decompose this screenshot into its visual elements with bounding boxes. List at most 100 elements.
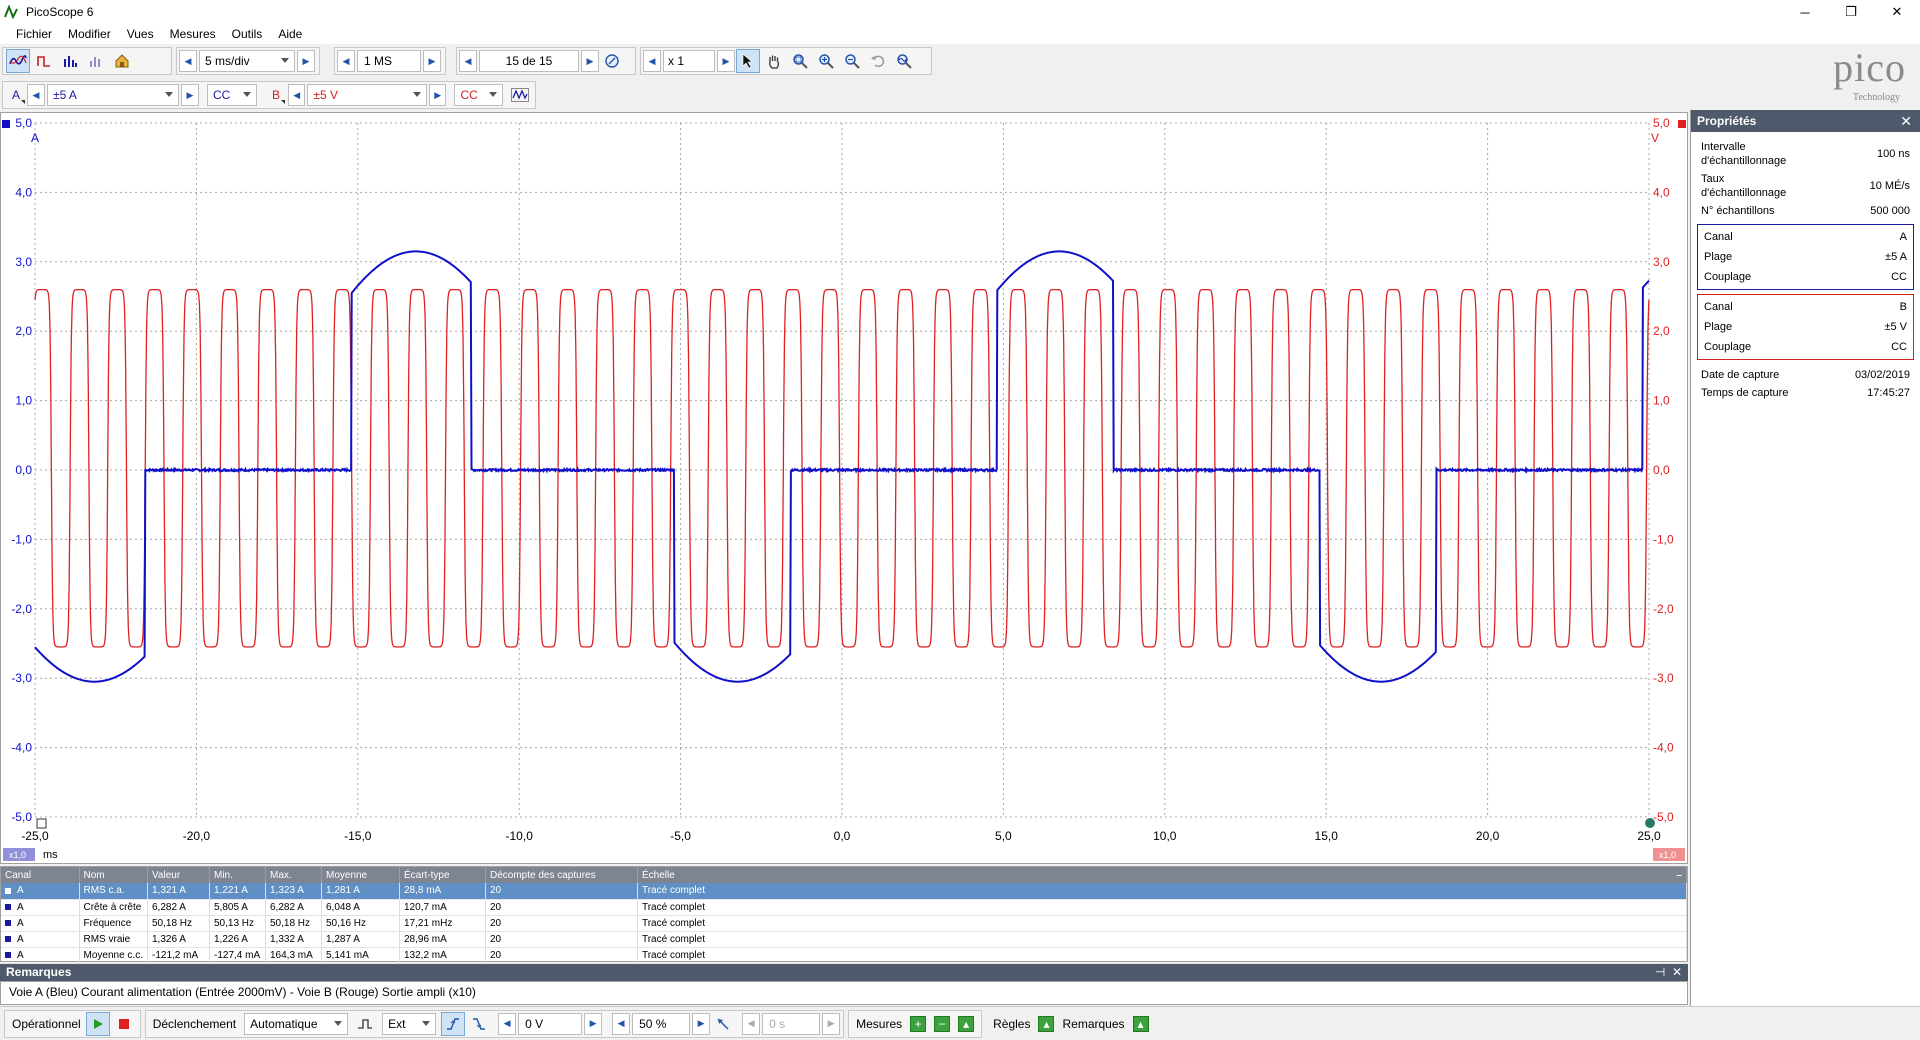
threshold-field[interactable]: 0 V — [518, 1012, 583, 1035]
previous-capture-button[interactable]: ◀ — [459, 50, 477, 72]
menu-modifier[interactable]: Modifier — [60, 24, 119, 44]
timebase-decrease-button[interactable]: ◀ — [179, 50, 197, 72]
menu-fichier[interactable]: Fichier — [8, 24, 60, 44]
close-properties-icon[interactable]: ✕ — [1900, 110, 1912, 132]
zoom-in-icon[interactable] — [814, 49, 838, 73]
x-tick-label: -5,0 — [670, 829, 691, 843]
delay-field[interactable]: 0 s — [762, 1012, 821, 1035]
menu-vues[interactable]: Vues — [119, 24, 162, 44]
col-nom[interactable]: Nom — [79, 867, 148, 883]
start-icon[interactable] — [85, 1011, 110, 1036]
trigger-source-dropdown[interactable]: Ext — [382, 1012, 437, 1035]
right-zoom-label: x1,0 — [1659, 850, 1676, 860]
delay-decrease-button[interactable]: ◀ — [742, 1012, 761, 1035]
pretrigger-increase-button[interactable]: ▶ — [692, 1012, 711, 1035]
col-moyenne[interactable]: Moyenne — [321, 867, 400, 883]
histogram-mode-icon[interactable] — [84, 49, 108, 73]
zoom-overview-icon[interactable] — [892, 49, 916, 73]
samples-field[interactable]: 1 MS — [357, 50, 421, 72]
chevron-down-icon — [334, 1020, 343, 1026]
col-max[interactable]: Max. — [265, 867, 322, 883]
advanced-trigger-icon[interactable] — [353, 1012, 377, 1036]
signal-generator-icon[interactable] — [509, 83, 532, 107]
zoom-decrease-button[interactable]: ◀ — [643, 50, 661, 72]
zoom-out-icon[interactable] — [840, 49, 864, 73]
collapse-table-icon[interactable]: – — [1676, 870, 1682, 881]
undo-zoom-icon[interactable] — [866, 49, 890, 73]
run-status-label: Opérationnel — [12, 1016, 81, 1031]
channel-a-range-decrease[interactable]: ◀ — [27, 84, 45, 106]
samples-increase-button[interactable]: ▶ — [423, 50, 441, 72]
col-ecart-type[interactable]: Écart-type — [399, 867, 486, 883]
spectrum-mode-icon[interactable] — [58, 49, 82, 73]
rising-edge-icon[interactable] — [441, 1011, 466, 1036]
measurement-cell: 1,321 A — [147, 883, 210, 900]
scope-view[interactable]: 5,0 4,0 3,0 2,0 1,0 0,0 -1,0 -2,0 -3,0 -4,0 -5,0 5… — [0, 112, 1688, 864]
channel-b-range-increase[interactable]: ▶ — [429, 84, 447, 106]
property-key: Couplage — [1704, 271, 1752, 283]
rules-button[interactable]: ▴ — [1038, 1015, 1055, 1032]
menu-outils[interactable]: Outils — [224, 24, 271, 44]
remarks-header: Remarques ⊣ ✕ — [0, 964, 1688, 981]
samples-decrease-button[interactable]: ◀ — [337, 50, 355, 72]
measurement-row[interactable]: A Crête à crête 6,282 A 5,805 A 6,282 A 6,048… — [1, 899, 1688, 916]
oscilloscope-graph[interactable]: 5,0 4,0 3,0 2,0 1,0 0,0 -1,0 -2,0 -3,0 -4,0 -5,0 5… — [1, 113, 1687, 863]
hand-pan-icon[interactable] — [762, 49, 786, 73]
pin-icon[interactable]: ⊣ — [1655, 965, 1665, 979]
remove-measure-button[interactable]: − — [934, 1015, 951, 1032]
zoom-area-icon[interactable] — [788, 49, 812, 73]
y-axis-left: 5,0 4,0 3,0 2,0 1,0 0,0 -1,0 -2,0 -3,0 -4,0 -5,0 — [11, 116, 32, 824]
channel-a-options-button[interactable]: A — [5, 83, 27, 107]
cursor-icon[interactable] — [736, 49, 760, 73]
timebase-dropdown[interactable]: 5 ms/div — [199, 50, 295, 72]
measurement-row[interactable]: A RMS vraie 1,326 A 1,226 A 1,332 A 1,287 A 28… — [1, 931, 1688, 948]
pretrigger-decrease-button[interactable]: ◀ — [612, 1012, 631, 1035]
channel-a-range-increase[interactable]: ▶ — [181, 84, 199, 106]
next-capture-button[interactable]: ▶ — [581, 50, 599, 72]
measurement-cell: Tracé complet — [637, 947, 1688, 964]
zoom-increase-button[interactable]: ▶ — [717, 50, 735, 72]
col-valeur[interactable]: Valeur — [147, 867, 210, 883]
col-canal[interactable]: Canal — [1, 867, 80, 883]
close-button[interactable]: ✕ — [1874, 0, 1920, 24]
home-icon[interactable] — [110, 49, 134, 73]
timebase-increase-button[interactable]: ▶ — [297, 50, 315, 72]
add-measure-button[interactable]: + — [910, 1015, 927, 1032]
remarks-text[interactable]: Voie A (Bleu) Courant alimentation (Entr… — [0, 981, 1688, 1005]
col-min[interactable]: Min. — [209, 867, 266, 883]
trigger-group: Déclenchement Automatique Ext ◀ 0 V ▶ ◀ … — [144, 1009, 845, 1038]
zoom-field[interactable]: x 1 — [663, 50, 715, 72]
edit-measure-button[interactable]: ▴ — [958, 1015, 975, 1032]
channel-color-swatch — [5, 951, 11, 958]
channel-b-range-decrease[interactable]: ◀ — [288, 84, 306, 106]
property-row: Date de capture 03/02/2019 — [1691, 366, 1920, 384]
channel-b-options-button[interactable]: B — [265, 83, 287, 107]
measurement-row[interactable]: A Fréquence 50,18 Hz 50,13 Hz 50,18 Hz 50,16 … — [1, 915, 1688, 932]
menu-mesures[interactable]: Mesures — [162, 24, 224, 44]
minimize-button[interactable]: ─ — [1782, 0, 1828, 24]
measurement-row[interactable]: A RMS c.a. 1,321 A 1,221 A 1,323 A 1,281 A 28,… — [1, 883, 1688, 900]
pretrigger-marker-icon[interactable] — [711, 1012, 735, 1036]
close-remarks-icon[interactable]: ✕ — [1672, 965, 1682, 979]
delay-increase-button[interactable]: ▶ — [822, 1012, 841, 1035]
channel-b-coupling-dropdown[interactable]: CC — [454, 84, 503, 106]
maximize-button[interactable]: ❐ — [1828, 0, 1874, 24]
threshold-decrease-button[interactable]: ◀ — [498, 1012, 517, 1035]
falling-edge-icon[interactable] — [467, 1012, 491, 1036]
stop-icon[interactable] — [112, 1012, 136, 1036]
scope-mode-icon[interactable] — [6, 49, 30, 73]
threshold-increase-button[interactable]: ▶ — [584, 1012, 603, 1035]
pretrigger-field[interactable]: 50 % — [632, 1012, 691, 1035]
channel-b-range-dropdown[interactable]: ±5 V — [307, 84, 428, 106]
persistence-mode-icon[interactable] — [32, 49, 56, 73]
col-echelle[interactable]: Échelle – — [637, 867, 1688, 883]
channel-a-coupling-dropdown[interactable]: CC — [207, 84, 257, 106]
menu-aide[interactable]: Aide — [270, 24, 310, 44]
measurement-row[interactable]: A Moyenne c.c. -121,2 mA -127,4 mA 164,3 mA 5… — [1, 947, 1688, 964]
capture-counter[interactable]: 15 de 15 — [479, 50, 579, 72]
col-decompte[interactable]: Décompte des captures — [485, 867, 638, 883]
channel-a-range-dropdown[interactable]: ±5 A — [47, 84, 179, 106]
notes-button[interactable]: ▴ — [1132, 1015, 1149, 1032]
trigger-mode-dropdown[interactable]: Automatique — [244, 1012, 349, 1035]
buffer-navigator-icon[interactable] — [600, 49, 624, 73]
